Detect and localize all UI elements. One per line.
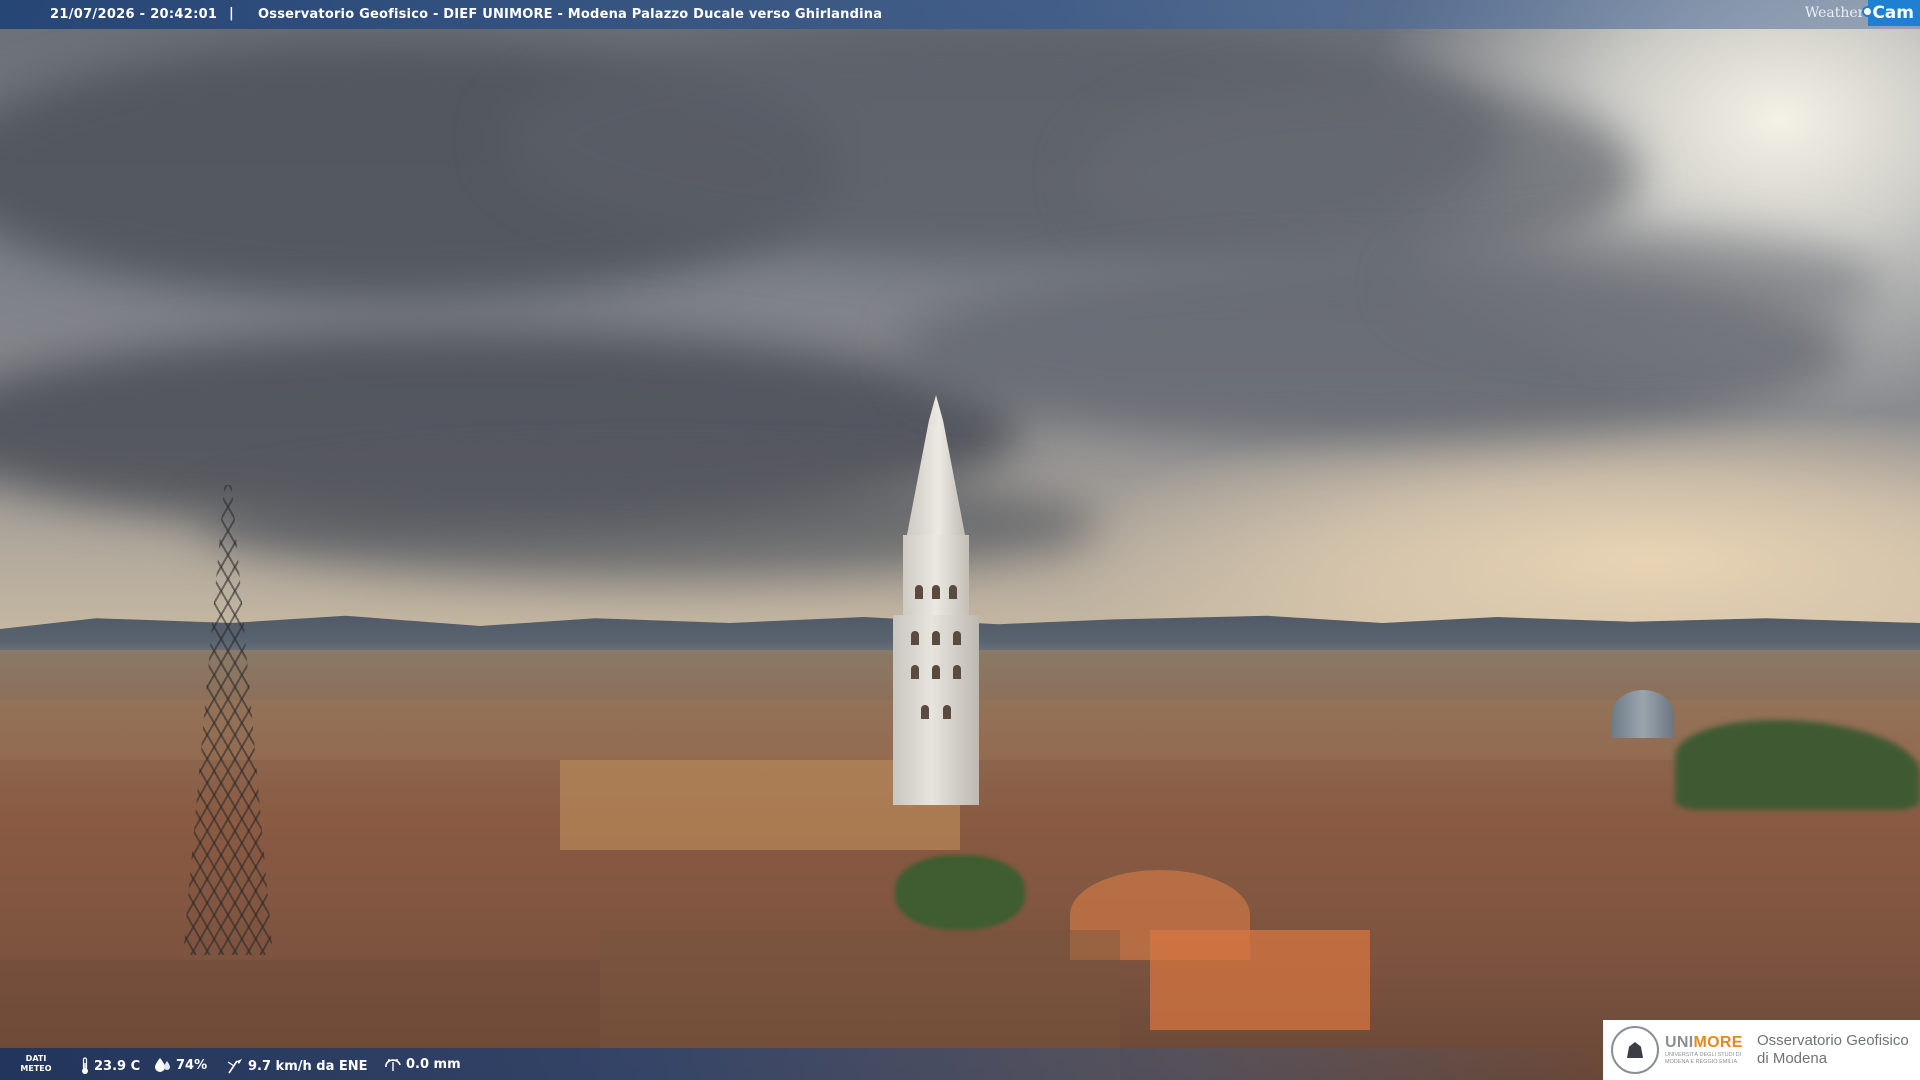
brand-weather-text: Weather bbox=[1804, 5, 1865, 21]
unimore-suffix: MORE bbox=[1693, 1034, 1743, 1051]
header-bar: 21/07/2026 - 20:42:01 | Osservatorio Geo… bbox=[0, 0, 1920, 29]
wind-reading: 9.7 km/h da ENE bbox=[226, 1057, 368, 1075]
camera-title: Osservatorio Geofisico - DIEF UNIMORE - … bbox=[258, 7, 883, 22]
university-seal-icon bbox=[1611, 1026, 1659, 1074]
brand-cam-text: Cam bbox=[1872, 3, 1914, 23]
tower-window bbox=[915, 585, 923, 599]
unimore-prefix: UNI bbox=[1665, 1034, 1694, 1051]
tower-window bbox=[953, 665, 961, 679]
unimore-observatory-logo[interactable]: UNIMORE UNIVERSITÀ DEGLI STUDI DI MODENA… bbox=[1603, 1020, 1920, 1080]
ghirlandina-belfry bbox=[903, 535, 969, 620]
rain-value: 0.0 mm bbox=[406, 1057, 461, 1072]
orange-building bbox=[1150, 930, 1370, 1030]
timestamp: 21/07/2026 - 20:42:01 bbox=[50, 7, 218, 22]
tower-window bbox=[911, 665, 919, 679]
cloud bbox=[1400, 230, 1880, 340]
observatory-line2: di Modena bbox=[1757, 1050, 1828, 1067]
tower-window bbox=[932, 631, 940, 645]
tower-window bbox=[932, 665, 940, 679]
weather-label-line1: DATI bbox=[25, 1054, 47, 1063]
weather-label: DATI METEO bbox=[16, 1054, 56, 1074]
tower-window bbox=[953, 631, 961, 645]
trees bbox=[895, 855, 1025, 930]
humidity-drop-icon bbox=[154, 1057, 172, 1073]
brand-cam-badge: Cam bbox=[1862, 0, 1920, 26]
tower-window bbox=[932, 585, 940, 599]
temperature-value: 23.9 C bbox=[94, 1058, 141, 1074]
unimore-wordmark: UNIMORE UNIVERSITÀ DEGLI STUDI DI MODENA… bbox=[1665, 1034, 1749, 1066]
unimore-name: UNIMORE bbox=[1665, 1034, 1749, 1052]
rain-reading: 0.0 mm bbox=[384, 1057, 461, 1072]
thermometer-icon bbox=[80, 1057, 90, 1075]
separator: | bbox=[229, 6, 234, 21]
ghirlandina-tower bbox=[893, 615, 979, 805]
tower-window bbox=[911, 631, 919, 645]
church-dome bbox=[1612, 690, 1674, 738]
weather-label-line2: METEO bbox=[20, 1064, 52, 1073]
observatory-name: Osservatorio Geofisico di Modena bbox=[1757, 1032, 1909, 1068]
humidity-value: 74% bbox=[176, 1057, 208, 1073]
humidity-reading: 74% bbox=[154, 1057, 207, 1073]
unimore-subtitle: UNIVERSITÀ DEGLI STUDI DI MODENA E REGGI… bbox=[1665, 1052, 1742, 1065]
weather-data-bar: DATI METEO 23.9 C 74% 9.7 km/h da ENE 0.… bbox=[0, 1048, 1600, 1080]
temperature-reading: 23.9 C bbox=[80, 1057, 140, 1075]
tower-window bbox=[943, 705, 951, 719]
wind-vane-icon bbox=[226, 1057, 244, 1075]
tower-window bbox=[949, 585, 957, 599]
tower-window bbox=[921, 705, 929, 719]
observatory-line1: Osservatorio Geofisico bbox=[1757, 1032, 1909, 1049]
rain-gauge-icon bbox=[384, 1058, 402, 1072]
weathercam-logo[interactable]: Weather Cam bbox=[1805, 0, 1920, 26]
webcam-image bbox=[0, 0, 1920, 1080]
wind-value: 9.7 km/h da ENE bbox=[248, 1058, 368, 1074]
